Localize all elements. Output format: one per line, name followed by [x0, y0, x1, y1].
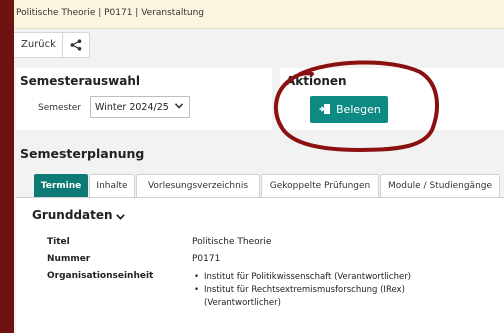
chevron-down-icon	[175, 103, 183, 109]
header-bar: Politische Theorie | P0171 | Veranstaltu…	[14, 0, 504, 29]
back-button[interactable]: Zurück	[14, 32, 65, 58]
tab-vorlesungsverzeichnis[interactable]: Vorlesungsverzeichnis	[136, 174, 260, 198]
tab-gekoppelte-pruefungen[interactable]: Gekoppelte Prüfungen	[261, 174, 379, 198]
titel-label: Titel	[47, 237, 70, 247]
tab-inhalte[interactable]: Inhalte	[89, 174, 135, 198]
grunddaten-title[interactable]: Grunddaten	[32, 208, 113, 222]
chevron-down-icon[interactable]	[116, 214, 125, 220]
tab-termine[interactable]: Termine	[34, 174, 88, 198]
list-item-continuation: (Verantwortlicher)	[204, 298, 281, 308]
organisationseinheit-label: Organisationseinheit	[47, 271, 154, 281]
page: Politische Theorie | P0171 | Veranstaltu…	[14, 0, 504, 333]
semester-label: Semester	[38, 103, 82, 113]
titel-value: Politische Theorie	[192, 237, 272, 247]
nummer-label: Nummer	[47, 254, 91, 264]
share-icon	[70, 39, 82, 51]
actions-title: Aktionen	[286, 74, 347, 88]
semester-selection-card: Semesterauswahl Semester Winter 2024/25	[16, 68, 272, 130]
belegen-button[interactable]: Belegen	[310, 96, 388, 123]
belegen-label: Belegen	[336, 103, 381, 116]
semester-selection-title: Semesterauswahl	[20, 74, 140, 88]
list-item: Institut für Politikwissenschaft (Verant…	[194, 272, 411, 282]
breadcrumb: Politische Theorie | P0171 | Veranstaltu…	[16, 8, 205, 18]
actions-card: Aktionen Belegen	[280, 68, 504, 130]
nummer-value: P0171	[192, 254, 221, 264]
tab-content: Grunddaten Titel Politische Theorie Numm…	[16, 197, 504, 333]
share-button[interactable]	[62, 32, 90, 58]
semester-planning-title: Semesterplanung	[20, 146, 145, 161]
tab-module-studiengaenge[interactable]: Module / Studiengänge	[380, 174, 500, 198]
enroll-icon	[319, 104, 330, 114]
semester-select[interactable]: Winter 2024/25	[90, 96, 190, 118]
semester-select-value: Winter 2024/25	[95, 102, 169, 113]
list-item: Institut für Rechtsextremismusforschung …	[194, 285, 405, 295]
